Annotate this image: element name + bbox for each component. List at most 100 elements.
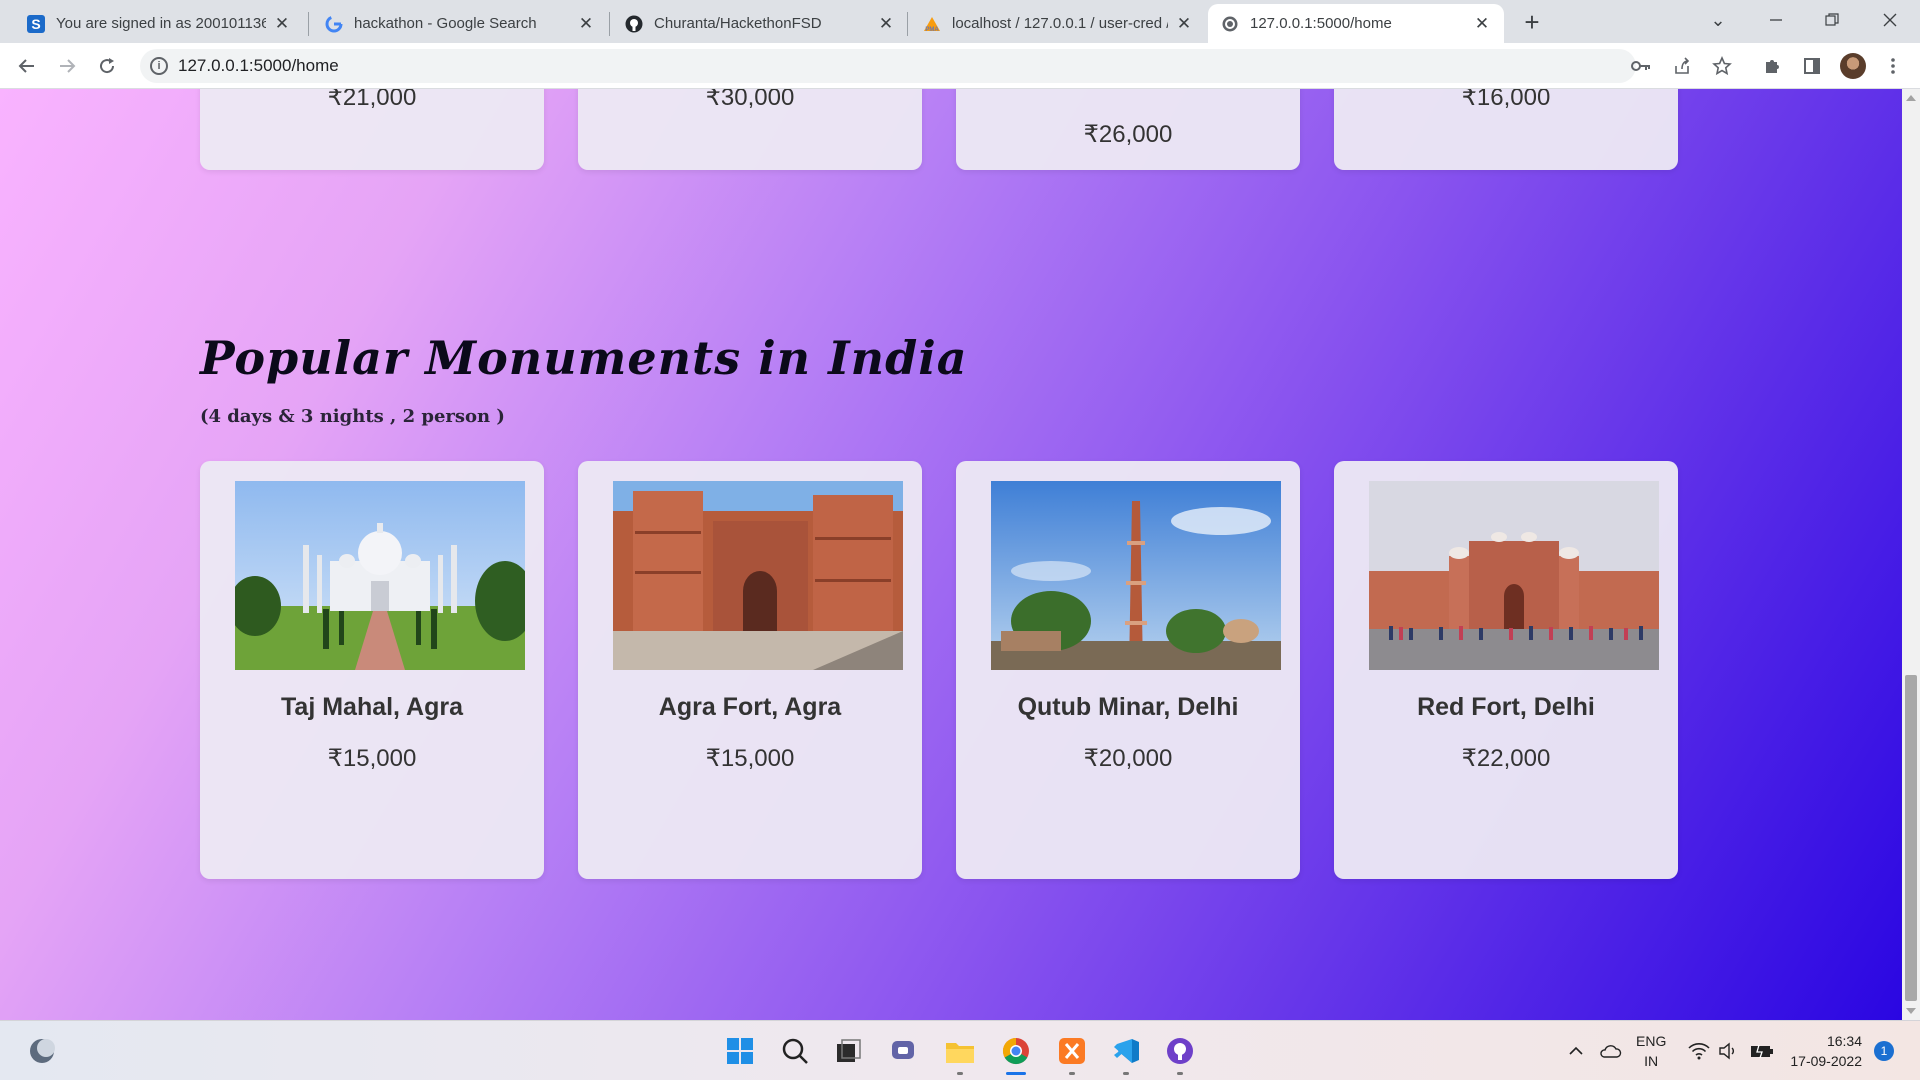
battery-icon (1751, 1044, 1773, 1059)
browser-tab-active[interactable]: 127.0.0.1:5000/home ✕ (1208, 4, 1504, 43)
github-icon (624, 14, 644, 34)
language-text: ENG (1636, 1033, 1667, 1049)
page-scrollbar[interactable] (1902, 89, 1920, 1020)
arrow-right-icon (60, 59, 76, 73)
close-tab-icon[interactable]: ✕ (1174, 14, 1194, 34)
close-tab-icon[interactable]: ✕ (576, 14, 596, 34)
chat-icon (892, 1041, 914, 1059)
show-hidden-icons[interactable] (1568, 1021, 1584, 1080)
clock[interactable]: 16:34 17-09-2022 (1786, 1021, 1862, 1080)
google-icon (324, 14, 344, 34)
scroll-down-arrow[interactable] (1906, 1008, 1916, 1014)
task-view-button[interactable] (830, 1033, 866, 1069)
vscode-button[interactable] (1108, 1033, 1144, 1075)
browser-tab[interactable]: S You are signed in as 2001011369 ✕ (14, 4, 304, 43)
chevron-up-icon (1569, 1046, 1583, 1055)
volume-button[interactable] (1718, 1021, 1738, 1080)
minimize-button[interactable] (1748, 0, 1804, 40)
weather-icon (30, 1039, 55, 1063)
password-key-button[interactable] (1626, 51, 1656, 81)
monument-price: ₹20,000 (1083, 745, 1173, 772)
svg-text:S: S (31, 16, 40, 32)
chrome-menu-button[interactable] (1878, 51, 1908, 81)
package-card[interactable]: ₹21,000 (200, 89, 544, 170)
package-card[interactable]: ₹16,000 (1334, 89, 1678, 170)
xampp-button[interactable] (1054, 1033, 1090, 1075)
notification-center-button[interactable]: 1 (1874, 1021, 1894, 1080)
profile-avatar[interactable] (1840, 53, 1866, 79)
taj-mahal-photo (235, 481, 525, 670)
share-button[interactable] (1667, 51, 1697, 81)
windows-taskbar: ENG IN 16:34 17-09-2022 1 (0, 1020, 1920, 1080)
tab-title: Churanta/HackethonFSD (654, 15, 822, 32)
phpmyadmin-icon: PMA (922, 14, 942, 34)
wifi-button[interactable] (1688, 1021, 1710, 1080)
package-card[interactable]: ₹30,000 (578, 89, 922, 170)
scrollbar-thumb[interactable] (1905, 675, 1917, 1001)
tab-separator (609, 12, 610, 36)
puzzle-icon (1766, 60, 1779, 73)
extensions-button[interactable] (1757, 51, 1787, 81)
more-vert-icon (1891, 58, 1895, 74)
star-icon (1712, 56, 1732, 76)
bookmark-button[interactable] (1707, 51, 1737, 81)
address-bar[interactable]: i 127.0.0.1:5000/home (140, 49, 1636, 83)
tab-search-button[interactable]: ⌄ (1690, 0, 1746, 40)
info-icon[interactable]: i (150, 57, 168, 75)
url-text[interactable]: 127.0.0.1:5000/home (178, 56, 339, 76)
weather-widget[interactable] (24, 1033, 60, 1069)
agra-fort-photo (613, 481, 903, 670)
language-indicator[interactable]: ENG IN (1636, 1021, 1666, 1080)
monument-card[interactable]: Qutub Minar, Delhi ₹20,000 (956, 461, 1300, 879)
teams-chat-button[interactable] (886, 1033, 922, 1069)
onedrive-button[interactable] (1598, 1021, 1622, 1080)
key-icon (1631, 61, 1650, 71)
package-card[interactable]: ₹26,000 (956, 89, 1300, 170)
tab-separator (907, 12, 908, 36)
browser-tab[interactable]: PMA localhost / 127.0.0.1 / user-cred / … (910, 4, 1206, 43)
monument-card[interactable]: Taj Mahal, Agra ₹15,000 (200, 461, 544, 879)
monument-price: ₹15,000 (705, 745, 795, 772)
monument-name: Qutub Minar, Delhi (1017, 693, 1239, 721)
start-button[interactable] (722, 1033, 758, 1069)
clock-date: 17-09-2022 (1790, 1053, 1862, 1069)
side-panel-button[interactable] (1797, 51, 1827, 81)
monument-name: Red Fort, Delhi (1417, 693, 1595, 721)
side-panel-icon (1804, 58, 1820, 74)
search-icon (782, 1038, 808, 1064)
region-text: IN (1644, 1053, 1659, 1069)
monument-price: ₹15,000 (327, 745, 417, 772)
scroll-up-arrow[interactable] (1906, 95, 1916, 101)
monument-price: ₹22,000 (1461, 745, 1551, 772)
monument-name: Taj Mahal, Agra (281, 693, 463, 721)
monument-card[interactable]: Agra Fort, Agra ₹15,000 (578, 461, 922, 879)
reload-button[interactable] (92, 51, 122, 81)
search-button[interactable] (777, 1033, 813, 1069)
package-price: ₹26,000 (1083, 121, 1173, 148)
close-window-button[interactable] (1862, 0, 1918, 40)
tab-separator (308, 12, 309, 36)
close-tab-icon[interactable]: ✕ (1472, 14, 1492, 34)
monument-card[interactable]: Red Fort, Delhi ₹22,000 (1334, 461, 1678, 879)
close-tab-icon[interactable]: ✕ (876, 14, 896, 34)
file-explorer-button[interactable] (942, 1033, 978, 1075)
task-view-icon (837, 1039, 861, 1062)
chrome-taskbar-button[interactable] (998, 1033, 1034, 1075)
globe-icon (1220, 14, 1240, 34)
close-tab-icon[interactable]: ✕ (272, 14, 292, 34)
restore-button[interactable] (1804, 0, 1860, 40)
battery-button[interactable] (1750, 1021, 1774, 1080)
monument-name: Agra Fort, Agra (658, 693, 842, 721)
chevron-down-icon: ⌄ (1710, 9, 1726, 30)
browser-tab[interactable]: Churanta/HackethonFSD ✕ (612, 4, 908, 43)
speaker-icon (1719, 1042, 1734, 1060)
github-desktop-button[interactable] (1162, 1033, 1198, 1075)
running-indicator (1123, 1072, 1129, 1075)
forward-button[interactable] (52, 51, 82, 81)
browser-toolbar: i 127.0.0.1:5000/home (0, 43, 1920, 89)
new-tab-button[interactable]: + (1516, 6, 1548, 38)
back-button[interactable] (12, 51, 42, 81)
package-price: ₹21,000 (327, 89, 417, 111)
browser-tab[interactable]: hackathon - Google Search ✕ (312, 4, 608, 43)
close-icon (1883, 13, 1897, 27)
